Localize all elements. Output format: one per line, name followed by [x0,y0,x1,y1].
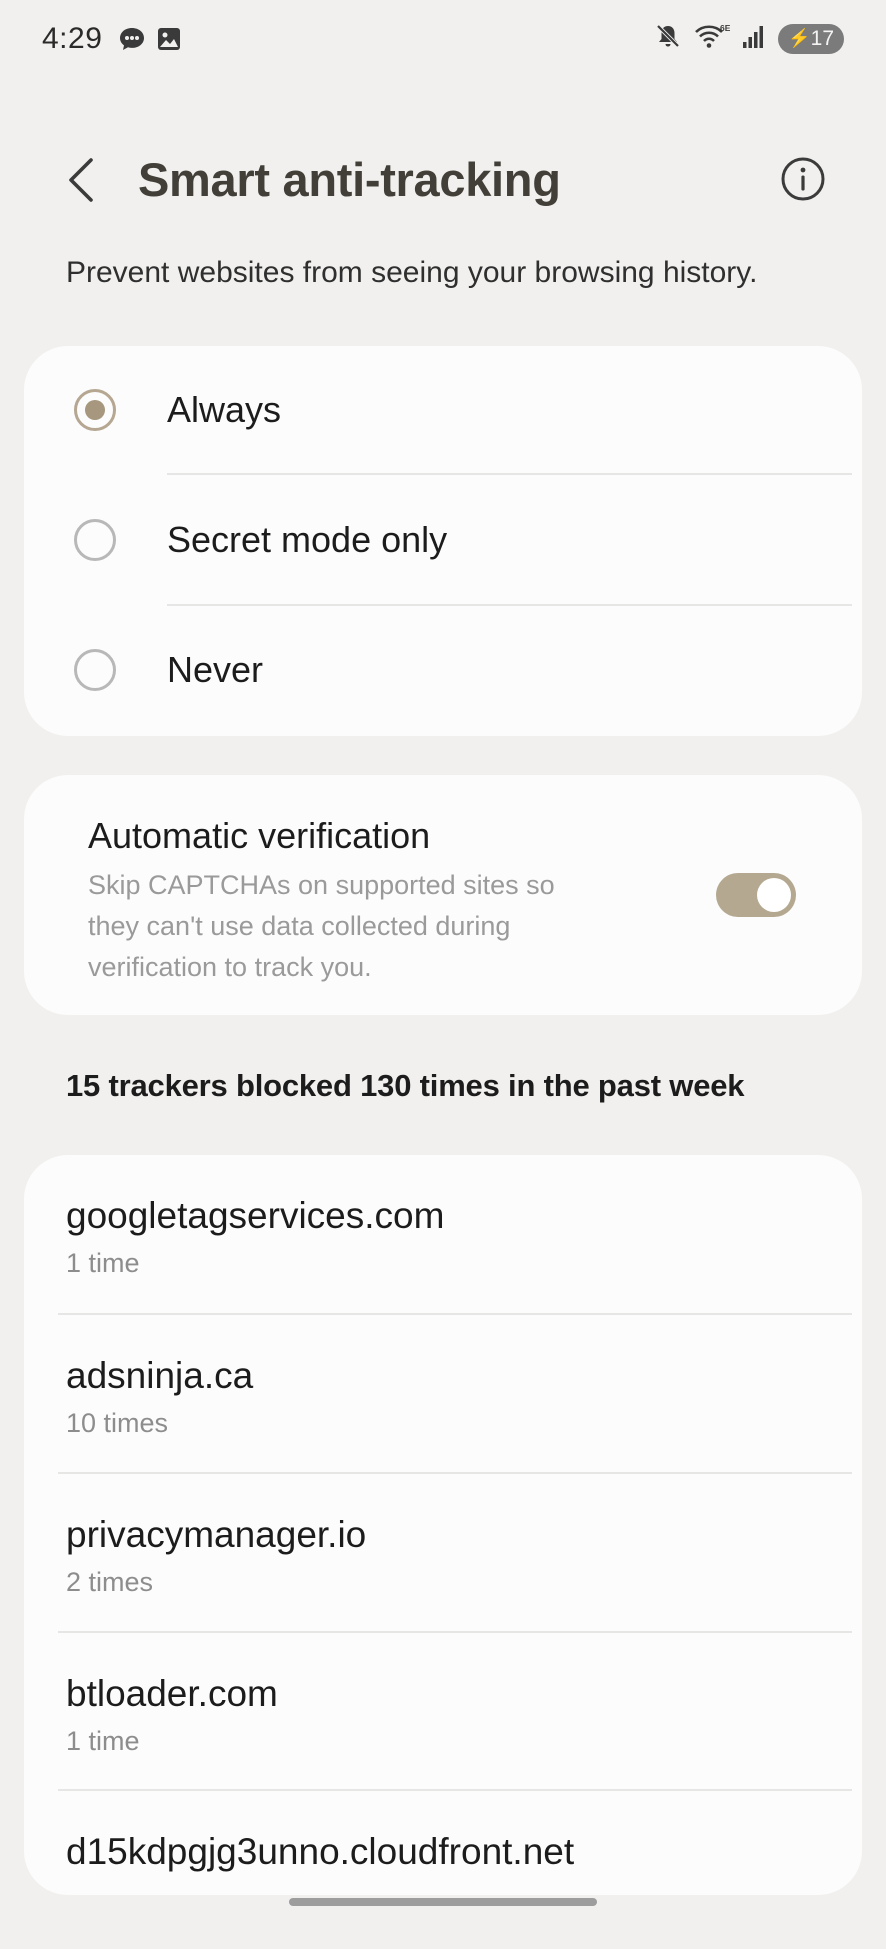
mute-icon [654,22,682,55]
tracking-options-card: Always Secret mode only Never [24,346,862,736]
radio-button[interactable] [74,649,116,691]
tracker-count: 10 times [66,1408,169,1438]
chat-icon [118,26,146,57]
svg-text:6E: 6E [720,23,730,33]
tracker-domain: d15kdpgjg3unno.cloudfront.net [66,1831,575,1872]
list-item[interactable]: d15kdpgjg3unno.cloudfront.net [24,1791,862,1949]
tracker-domain: adsninja.ca [66,1355,254,1396]
option-label: Secret mode only [167,519,448,560]
automatic-verification-title: Automatic verification [88,815,431,856]
bolt-icon: ⚡ [788,27,811,48]
back-button[interactable] [54,150,108,214]
battery-level: 17 [810,26,834,50]
back-chevron-icon [66,157,96,208]
wifi-6e-icon: 6E [694,22,731,55]
signal-icon [742,23,766,54]
info-button[interactable] [776,154,830,208]
trackers-list: googletagservices.com 1 time adsninja.ca… [24,1155,862,1895]
radio-button-checked[interactable] [74,389,116,431]
status-right-icons: 6E ⚡ 17 [654,22,844,55]
trackers-summary: 15 trackers blocked 130 times in the pas… [66,1068,745,1103]
automatic-verification-card[interactable]: Automatic verification Skip CAPTCHAs on … [24,775,862,1015]
list-item[interactable]: googletagservices.com 1 time [24,1155,862,1313]
list-item[interactable]: adsninja.ca 10 times [24,1315,862,1473]
toggle-knob [757,878,791,912]
info-icon [780,156,826,207]
radio-button[interactable] [74,519,116,561]
home-indicator[interactable] [289,1898,597,1906]
list-item[interactable]: privacymanager.io 2 times [24,1474,862,1632]
tracker-domain: btloader.com [66,1673,278,1714]
automatic-verification-toggle[interactable] [716,873,796,917]
automatic-verification-description: Skip CAPTCHAs on supported sites so they… [88,870,555,982]
status-time: 4:29 [42,22,103,55]
tracker-count: 2 times [66,1567,154,1597]
tracker-count: 1 time [66,1726,140,1756]
list-item[interactable]: btloader.com 1 time [24,1633,862,1791]
image-icon [156,26,182,57]
option-always[interactable]: Always [24,346,862,476]
divider [167,473,852,475]
tracker-domain: googletagservices.com [66,1195,445,1236]
page-title: Smart anti-tracking [138,153,561,206]
option-never[interactable]: Never [24,606,862,736]
option-secret-mode-only[interactable]: Secret mode only [24,476,862,606]
tracker-count: 1 time [66,1248,140,1278]
option-label: Never [167,649,264,690]
option-label: Always [167,389,282,430]
page-description: Prevent websites from seeing your browsi… [66,256,758,289]
status-bar: 4:29 6E ⚡ 17 [0,0,886,84]
tracker-domain: privacymanager.io [66,1514,367,1555]
battery-charging-icon: ⚡ 17 [778,23,844,54]
status-left-icons [118,26,182,57]
